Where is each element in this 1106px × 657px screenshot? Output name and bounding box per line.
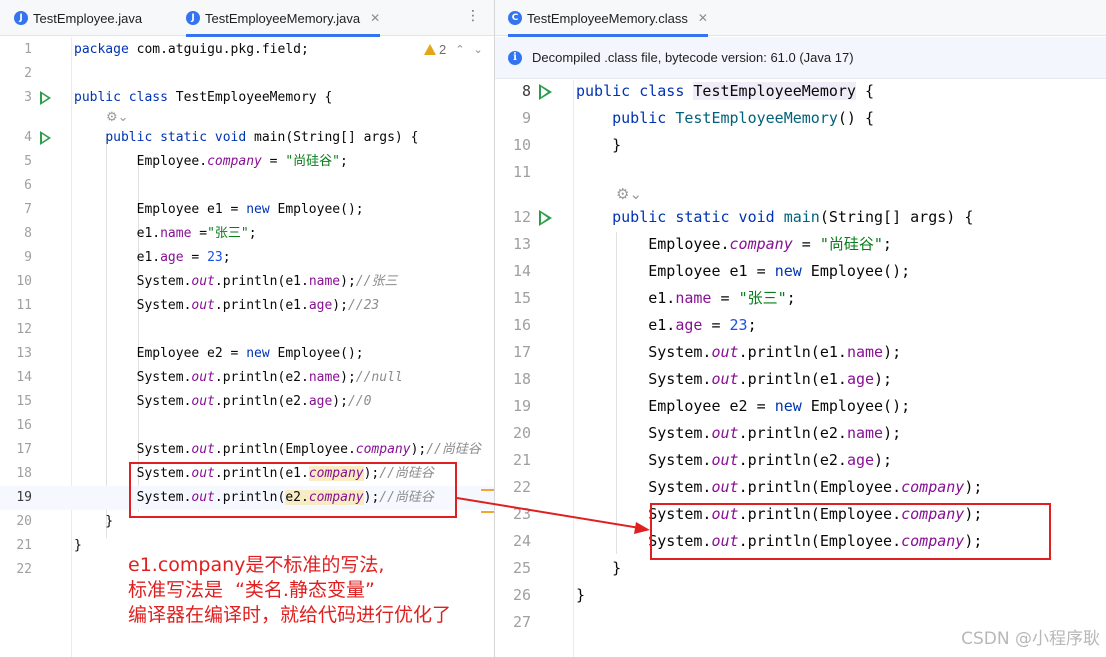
watermark: CSDN @小程序耿 [961,629,1100,649]
tab-label: TestEmployee.java [33,10,143,26]
annotation-note: e1.company是不标准的写法, 标准写法是 “类名.静态变量” 编译器在编… [128,553,451,628]
warning-stripe-marker[interactable] [481,511,494,513]
code-line: 8 e1.name ="张三"; [24,226,257,241]
code-line: 14 System.out.println(e2.name);//null [16,370,403,385]
code-line: 22 System.out.println(Employee.company); [512,478,983,496]
annotation-line-1: e1.company是不标准的写法, [128,554,385,576]
run-class-icon[interactable] [40,91,51,105]
code-line: 2 [24,66,32,81]
code-line: 9 e1.age = 23; [24,250,231,265]
java-file-icon: J [186,11,200,25]
code-line: 24 System.out.println(Employee.company); [512,532,983,550]
run-main-icon[interactable] [40,131,51,145]
code-line: 10 System.out.println(e1.name);//张三 [16,274,398,289]
tab-test-employee-memory-class[interactable]: C TestEmployeeMemory.class ✕ [508,0,708,37]
right-tab-bar: C TestEmployeeMemory.class ✕ [495,0,1106,37]
code-line: 13 Employee e2 = new Employee(); [16,346,364,361]
info-icon: i [508,50,522,65]
code-line: 21 System.out.println(e2.age); [512,451,893,469]
code-line: 15 e1.name = "张三"; [512,289,796,307]
code-line: 11 [512,163,531,181]
code-line: 25 } [512,559,622,577]
code-line: 10 } [512,136,622,154]
run-class-icon[interactable] [539,84,552,100]
code-line: 14 Employee e1 = new Employee(); [512,262,911,280]
code-line: 20 } [16,514,114,529]
code-line: 17 System.out.println(Employee.company);… [16,442,481,457]
inlay-hint-icon[interactable]: ⚙⌄ [106,110,129,125]
banner-text: Decompiled .class file, bytecode version… [532,50,854,65]
annotation-line-2: 标准写法是 “类名.静态变量” [128,579,375,601]
code-line: 12 [16,322,32,337]
close-icon[interactable]: ✕ [698,11,708,25]
editor-pane-decompiled: C TestEmployeeMemory.class ✕ i Decompile… [495,0,1106,657]
run-main-icon[interactable] [539,210,552,226]
annotation-line-3: 编译器在编译时，就给代码进行优化了 [128,604,452,626]
close-icon[interactable]: ✕ [370,11,380,25]
inlay-hint-icon[interactable]: ⚙⌄ [616,185,642,203]
java-file-icon: J [14,11,28,25]
code-line: 20 System.out.println(e2.name); [512,424,902,442]
code-line: 9 public TestEmployeeMemory() { [521,109,875,127]
code-line: 19 Employee e2 = new Employee(); [512,397,911,415]
code-line: 6 [24,178,32,193]
code-line: 7 Employee e1 = new Employee(); [24,202,364,217]
tab-test-employee[interactable]: J TestEmployee.java [14,0,142,36]
code-line: 23 System.out.println(Employee.company); [512,505,983,523]
warning-stripe-marker[interactable] [481,489,494,491]
code-line: 26 } [512,586,586,604]
tab-test-employee-memory[interactable]: J TestEmployeeMemory.java ✕ [186,0,381,37]
tab-label: TestEmployeeMemory.class [527,10,688,26]
code-line: 18 System.out.println(e1.age); [512,370,893,388]
left-tab-bar: J TestEmployee.java J TestEmployeeMemory… [0,0,494,37]
code-line-current: 19 System.out.println(e2.company);//尚硅谷 [0,486,494,510]
class-file-icon: C [508,11,522,25]
tab-label: TestEmployeeMemory.java [205,10,361,26]
code-line: 13 Employee.company = "尚硅谷"; [512,235,892,253]
more-options-icon[interactable]: ⋮ [466,8,480,24]
code-line: 11 System.out.println(e1.age);//23 [16,298,380,313]
decompiled-info-banner: i Decompiled .class file, bytecode versi… [495,37,1106,79]
code-line: 5 Employee.company = "尚硅谷"; [24,154,348,169]
code-line: 12 public static void main(String[] args… [512,208,974,226]
code-line: 17 System.out.println(e1.name); [512,343,902,361]
code-line: 16 [16,418,32,433]
code-line: 1 package com.atguigu.pkg.field; [24,42,309,57]
code-line: 3 public class TestEmployeeMemory { [24,90,333,105]
code-line: 8 public class TestEmployeeMemory { [521,82,875,100]
code-line: 16 e1.age = 23; [512,316,757,334]
code-line: 4 public static void main(String[] args)… [24,130,419,145]
code-line: 18 System.out.println(e1.company);//尚硅谷 [16,466,434,481]
code-line: 15 System.out.println(e2.age);//0 [16,394,372,409]
